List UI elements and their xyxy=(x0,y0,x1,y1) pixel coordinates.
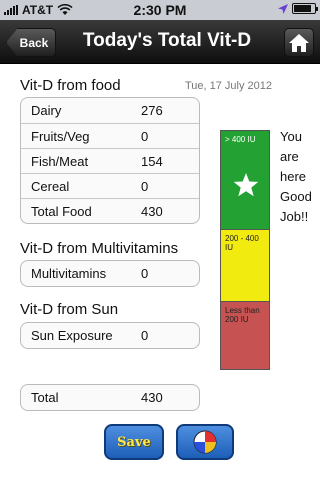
total-label: Total xyxy=(31,390,59,405)
status-time: 2:30 PM xyxy=(133,2,187,18)
navigation-bar: Back Today's Total Vit-D xyxy=(0,20,320,64)
total-value: 430 xyxy=(141,390,163,405)
row-value: 276 xyxy=(141,103,163,118)
page-title: Today's Total Vit-D xyxy=(82,30,252,51)
status-bar: AT&T 2:30 PM xyxy=(0,0,320,20)
total-row: Total 430 xyxy=(21,385,199,410)
scale-mid-label: 200 - 400 IU xyxy=(225,234,259,252)
multivitamins-group: Multivitamins 0 xyxy=(20,260,200,287)
status-right xyxy=(278,3,318,14)
back-button[interactable]: Back xyxy=(6,28,56,57)
row-label: Dairy xyxy=(31,103,62,118)
row-label: Fruits/Veg xyxy=(31,128,90,144)
scale-high-segment: > 400 IU xyxy=(221,131,269,229)
table-row[interactable]: Fish/Meat 154 xyxy=(21,148,199,173)
location-arrow-icon xyxy=(278,3,288,14)
status-message: You are here Good Job!! xyxy=(280,129,312,224)
row-value: 430 xyxy=(141,203,163,219)
table-row[interactable]: Cereal 0 xyxy=(21,173,199,198)
sun-group: Sun Exposure 0 xyxy=(20,322,200,349)
row-value: 0 xyxy=(141,128,149,144)
table-row: Total Food 430 xyxy=(21,198,199,223)
row-value: 0 xyxy=(141,178,149,194)
battery-icon xyxy=(292,3,318,14)
food-group: Dairy 276 Fruits/Veg 0 Fish/Meat 154 Cer… xyxy=(20,97,200,224)
chart-button[interactable] xyxy=(176,424,234,460)
food-section-title: Vit-D from food xyxy=(20,77,121,94)
table-row[interactable]: Fruits/Veg 0 xyxy=(21,123,199,148)
row-label: Sun Exposure xyxy=(31,328,113,343)
star-icon xyxy=(233,173,259,197)
sun-section-title: Vit-D from Sun xyxy=(20,301,119,318)
row-label: Fish/Meat xyxy=(31,153,89,169)
row-label: Total Food xyxy=(31,203,92,219)
total-group: Total 430 xyxy=(20,384,200,411)
row-label: Multivitamins xyxy=(31,266,107,281)
scale-low-label: Less than 200 IU xyxy=(225,306,260,324)
date-label: Tue, 17 July 2012 xyxy=(184,80,272,92)
vitd-level-scale: > 400 IU 200 - 400 IU Less than 200 IU xyxy=(220,130,270,370)
row-value: 0 xyxy=(141,266,149,281)
home-button[interactable] xyxy=(284,28,314,57)
row-label: Cereal xyxy=(31,178,70,194)
save-button[interactable]: Save xyxy=(104,424,164,460)
scale-low-segment: Less than 200 IU xyxy=(221,301,269,369)
table-row[interactable]: Dairy 276 xyxy=(21,98,199,123)
scale-mid-segment: 200 - 400 IU xyxy=(221,229,269,301)
row-value: 0 xyxy=(141,328,149,343)
pie-chart-icon xyxy=(193,430,217,454)
row-value: 154 xyxy=(141,153,163,169)
table-row[interactable]: Multivitamins 0 xyxy=(21,261,199,286)
scale-high-label: > 400 IU xyxy=(225,135,256,144)
home-icon xyxy=(289,33,309,52)
multivitamins-section-title: Vit-D from Multivitamins xyxy=(20,240,179,257)
table-row[interactable]: Sun Exposure 0 xyxy=(21,323,199,348)
